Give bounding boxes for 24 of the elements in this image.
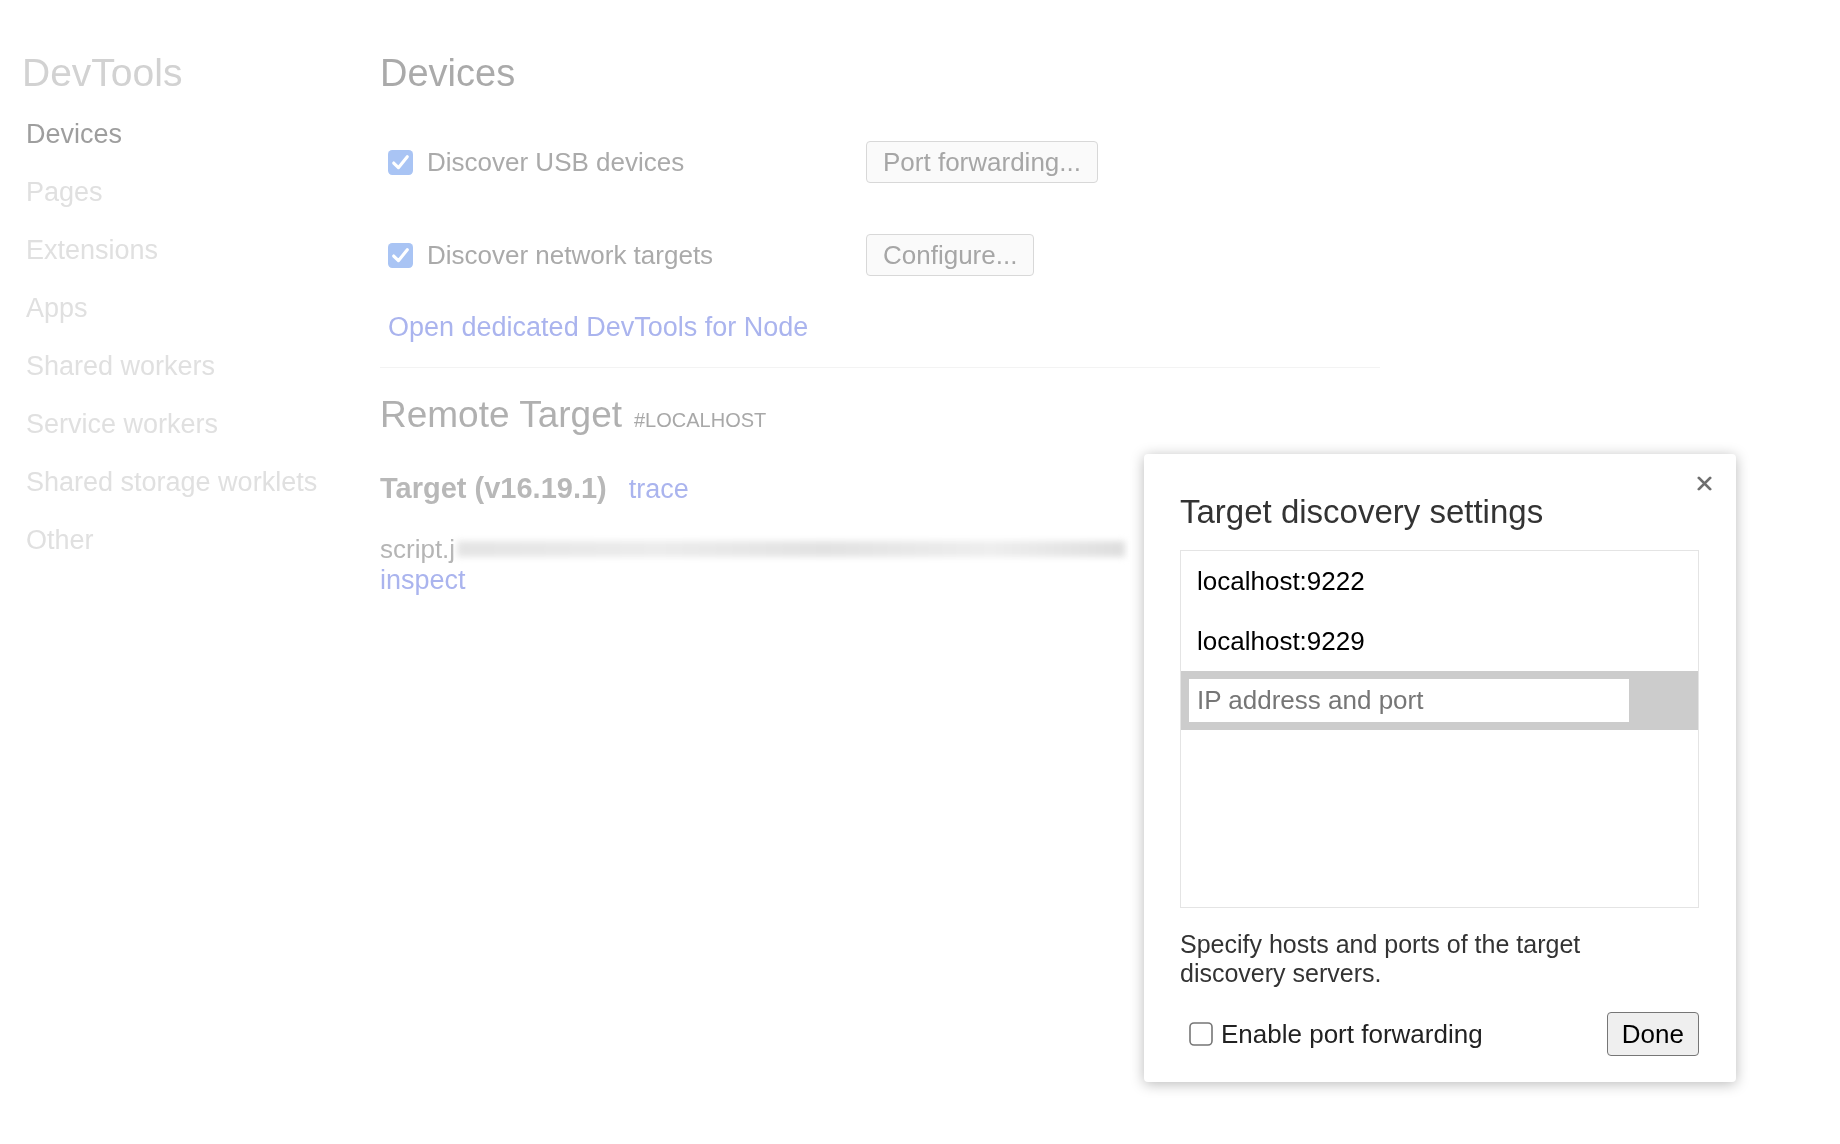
checkbox-label: Discover USB devices — [427, 146, 685, 178]
done-button[interactable]: Done — [1606, 1012, 1699, 1056]
host-list-item[interactable]: localhost:9229 — [1181, 611, 1698, 671]
checkbox[interactable] — [1189, 1022, 1213, 1046]
inspect-link[interactable]: inspect — [380, 565, 466, 595]
node-devtools-link[interactable]: Open dedicated DevTools for Node — [388, 312, 809, 342]
checkbox[interactable] — [388, 242, 413, 268]
host-list-item[interactable]: localhost:9222 — [1181, 551, 1698, 611]
section-title: Remote Target — [380, 393, 622, 437]
dialog-description: Specify hosts and ports of the target discovery servers. — [1180, 930, 1582, 988]
checkbox-label: Discover network targets — [427, 239, 714, 271]
page-title: Devices — [380, 51, 516, 96]
close-icon[interactable] — [1697, 476, 1712, 491]
target-name: Target (v16.19.1) — [380, 472, 607, 504]
script-name: script.j — [380, 534, 456, 564]
option-button[interactable]: Port forwarding... — [866, 141, 1098, 183]
host-tag: #LOCALHOST — [634, 398, 767, 442]
checkbox-label: Enable port forwarding — [1221, 1018, 1483, 1050]
checkbox[interactable] — [388, 149, 413, 175]
option-button[interactable]: Configure... — [866, 234, 1035, 276]
host-input[interactable]: IP address and port — [1189, 679, 1629, 722]
dialog-title: Target discovery settings — [1180, 492, 1544, 532]
trace-link[interactable]: trace — [628, 473, 689, 505]
sidebar-item[interactable]: Devices — [22, 105, 123, 163]
